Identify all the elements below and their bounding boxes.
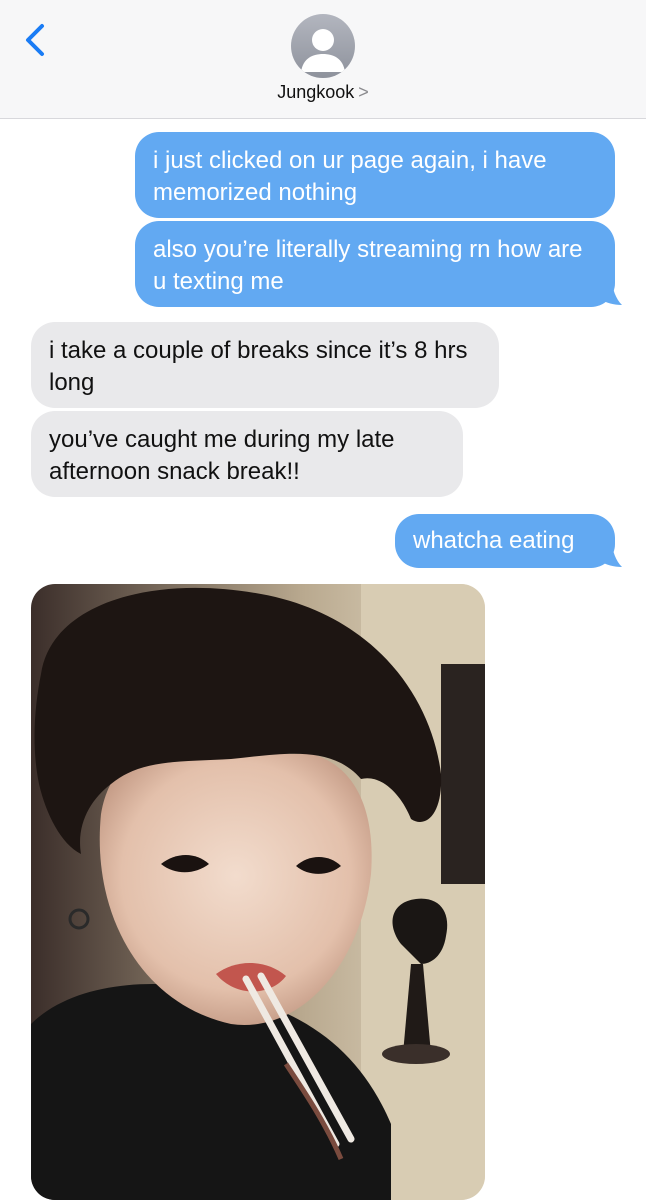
contact-name-row[interactable]: Jungkook > <box>0 82 646 103</box>
bubble-tail <box>598 541 622 567</box>
person-silhouette-icon <box>301 29 345 72</box>
bubble-tail <box>598 279 622 305</box>
contact-avatar[interactable] <box>291 14 355 78</box>
message-text: whatcha eating <box>413 527 575 554</box>
contact-name: Jungkook <box>277 82 355 102</box>
message-bubble-received[interactable]: i take a couple of breaks since it’s 8 h… <box>31 322 499 408</box>
conversation-header: Jungkook > <box>0 0 646 119</box>
message-bubble-received[interactable]: you’ve caught me during my late afternoo… <box>31 411 463 497</box>
message-bubble-sent[interactable]: i just clicked on ur page again, i have … <box>135 132 615 218</box>
message-bubble-sent[interactable]: whatcha eating <box>395 514 615 568</box>
photo-attachment[interactable] <box>31 584 485 1200</box>
chevron-right-icon: > <box>358 82 369 102</box>
message-text: also you’re literally streaming rn how a… <box>153 236 583 295</box>
chevron-left-icon <box>26 24 44 56</box>
message-text: i just clicked on ur page again, i have … <box>153 147 547 206</box>
message-list[interactable]: i just clicked on ur page again, i have … <box>0 119 646 1200</box>
selfie-photo-image <box>31 584 485 1200</box>
message-bubble-sent[interactable]: also you’re literally streaming rn how a… <box>135 221 615 307</box>
message-text: you’ve caught me during my late afternoo… <box>49 426 395 485</box>
message-text: i take a couple of breaks since it’s 8 h… <box>49 337 468 396</box>
back-button[interactable] <box>18 20 54 60</box>
